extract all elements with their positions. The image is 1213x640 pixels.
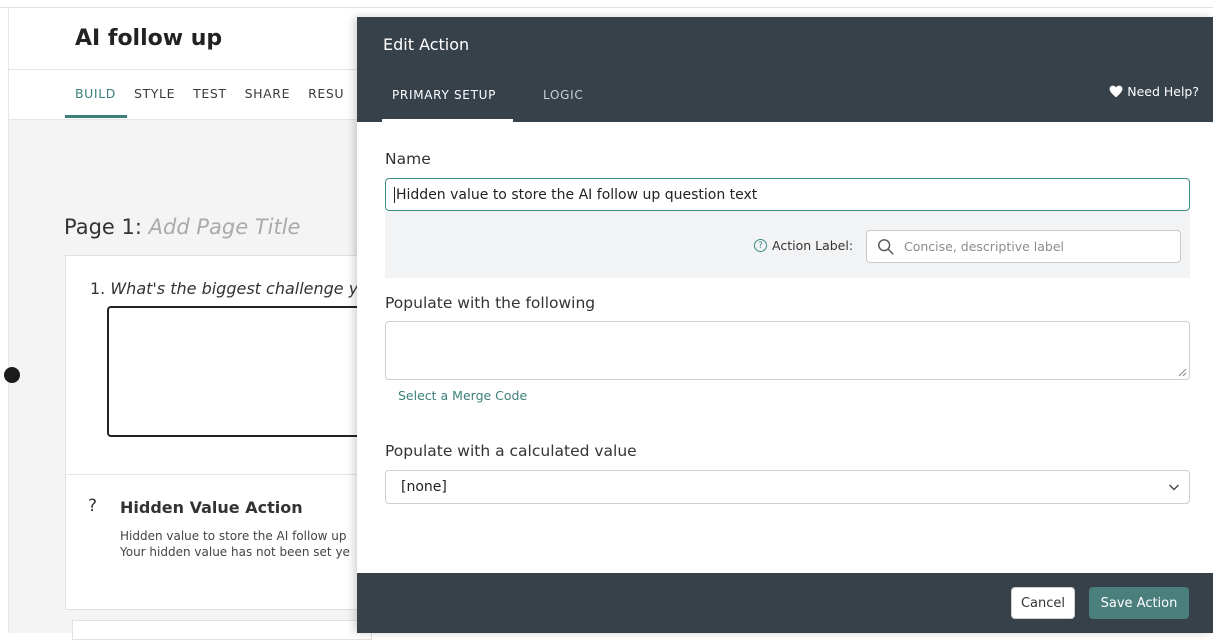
resize-handle-icon[interactable]	[1177, 367, 1187, 377]
tab-results[interactable]: RESU	[308, 86, 344, 101]
page-title-placeholder[interactable]: Add Page Title	[149, 215, 301, 239]
calculated-value-selected: [none]	[401, 479, 447, 495]
calculated-value-label: Populate with a calculated value	[385, 442, 637, 460]
need-help-label: Need Help?	[1127, 84, 1199, 99]
tab-share[interactable]: SHARE	[245, 86, 290, 101]
save-action-button[interactable]: Save Action	[1089, 587, 1189, 619]
tab-primary-setup[interactable]: PRIMARY SETUP	[392, 88, 496, 102]
panel-title: Edit Action	[383, 35, 470, 54]
page-title[interactable]: Page 1: Add Page Title	[64, 215, 300, 239]
cancel-button[interactable]: Cancel	[1011, 587, 1075, 619]
hidden-value-title[interactable]: Hidden Value Action	[120, 498, 303, 517]
hidden-value-icon: ?	[88, 496, 98, 516]
need-help-link[interactable]: Need Help?	[1109, 84, 1199, 99]
help-circle-icon[interactable]: ?	[754, 239, 767, 252]
hidden-value-status: Your hidden value has not been set ye	[120, 545, 350, 559]
top-border	[0, 0, 1213, 8]
next-question-card	[72, 620, 372, 640]
heart-icon	[1109, 85, 1123, 98]
action-label-text: Action Label:	[772, 238, 854, 253]
action-label-input[interactable]: Concise, descriptive label	[866, 230, 1181, 263]
active-tab-indicator	[65, 115, 127, 118]
question-title: What's the biggest challenge y	[110, 279, 359, 298]
drag-handle-icon[interactable]	[4, 367, 20, 383]
hidden-value-description: Hidden value to store the AI follow up	[120, 529, 347, 543]
select-merge-code-link[interactable]: Select a Merge Code	[398, 388, 527, 403]
name-label: Name	[385, 150, 431, 168]
tabs-divider	[9, 119, 369, 120]
survey-title: AI follow up	[75, 26, 223, 51]
question-text[interactable]: 1. What's the biggest challenge y	[90, 279, 358, 298]
tab-test[interactable]: TEST	[193, 86, 227, 101]
action-label-placeholder: Concise, descriptive label	[904, 239, 1065, 254]
tab-build[interactable]: BUILD	[75, 86, 116, 101]
search-icon	[878, 238, 894, 255]
panel-footer: Cancel Save Action	[357, 573, 1213, 633]
edit-action-panel: Edit Action PRIMARY SETUP LOGIC Need Hel…	[357, 17, 1213, 633]
answer-textarea[interactable]	[107, 306, 377, 437]
card-divider	[66, 474, 366, 475]
calculated-value-select[interactable]: [none]	[385, 470, 1190, 504]
panel-header: Edit Action PRIMARY SETUP LOGIC Need Hel…	[357, 17, 1213, 122]
header-divider	[9, 69, 369, 70]
populate-textarea[interactable]	[385, 321, 1190, 380]
populate-label: Populate with the following	[385, 294, 596, 312]
name-input[interactable]: Hidden value to store the AI follow up q…	[385, 178, 1190, 211]
text-caret	[394, 186, 395, 203]
tab-logic[interactable]: LOGIC	[543, 88, 583, 102]
name-input-value: Hidden value to store the AI follow up q…	[396, 186, 758, 203]
question-number: 1.	[90, 279, 111, 298]
tab-style[interactable]: STYLE	[134, 86, 175, 101]
active-panel-tab-indicator	[382, 119, 513, 122]
action-label-group: ? Action Label:	[754, 238, 853, 253]
builder-tabs: BUILD STYLE TEST SHARE RESU	[75, 86, 344, 101]
chevron-down-icon	[1169, 484, 1179, 491]
page-label: Page 1:	[64, 215, 149, 239]
